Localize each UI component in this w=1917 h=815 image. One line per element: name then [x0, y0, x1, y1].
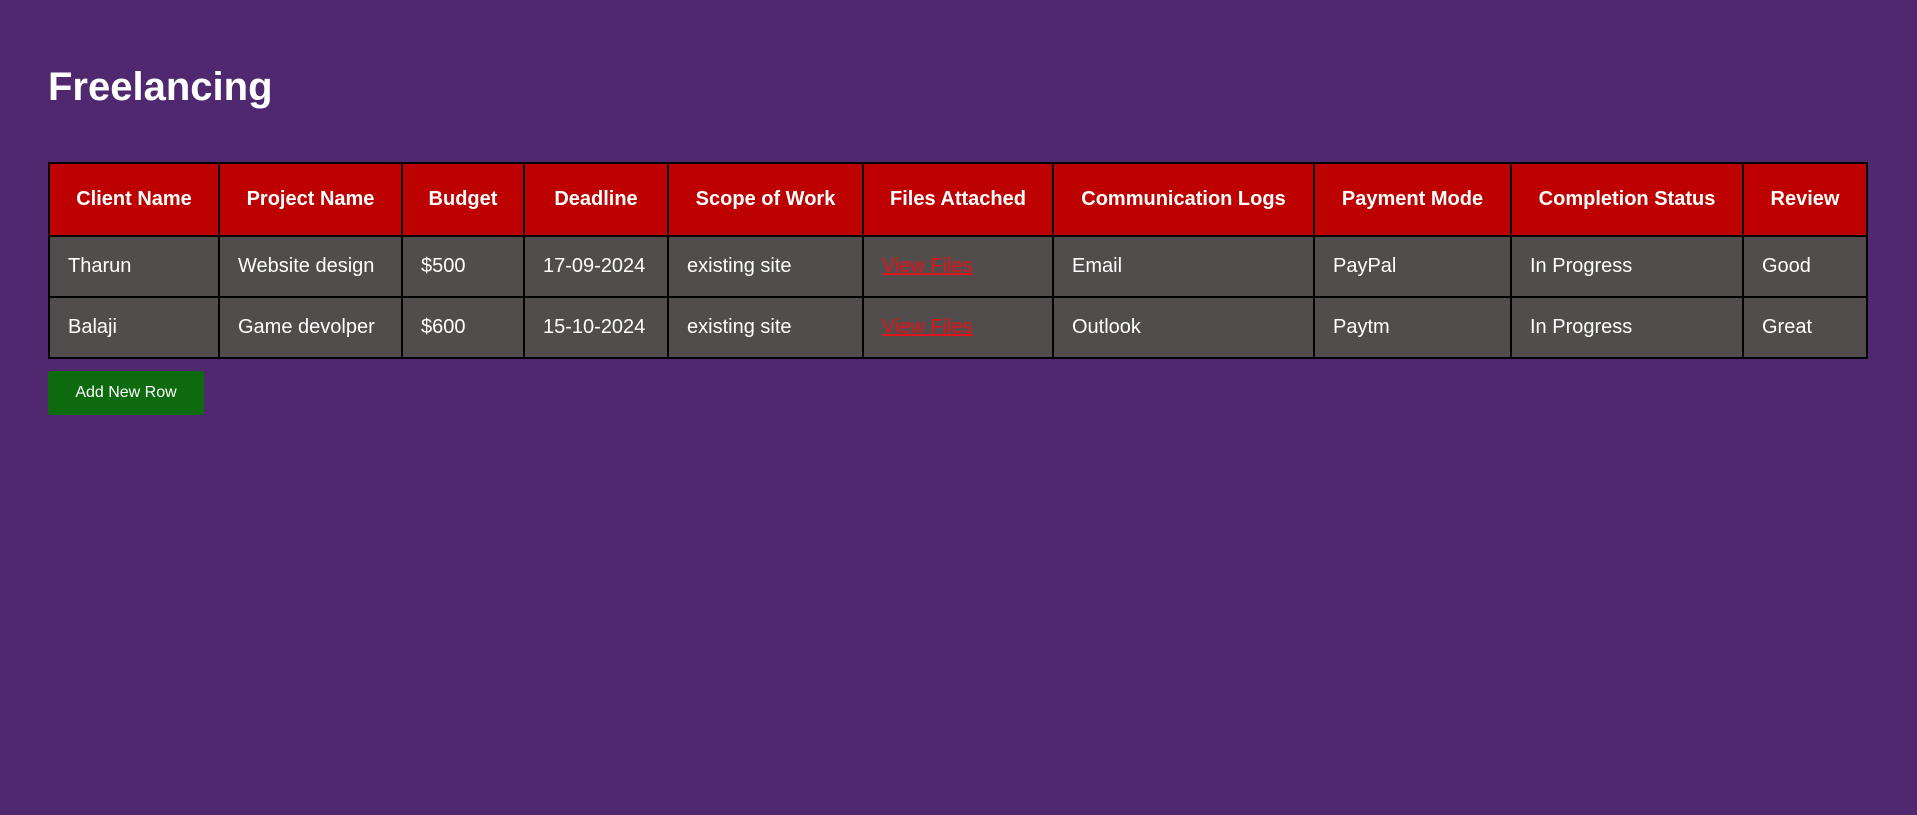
cell-budget: $500 — [401, 235, 525, 298]
table-header-row: Client Name Project Name Budget Deadline… — [48, 162, 1868, 237]
cell-payment-mode: Paytm — [1313, 296, 1512, 359]
header-budget: Budget — [401, 162, 525, 237]
cell-deadline: 17-09-2024 — [523, 235, 669, 298]
cell-client-name: Tharun — [48, 235, 220, 298]
freelancing-table: Client Name Project Name Budget Deadline… — [48, 162, 1868, 359]
cell-budget: $600 — [401, 296, 525, 359]
cell-completion-status: In Progress — [1510, 235, 1744, 298]
cell-communication-logs: Email — [1052, 235, 1315, 298]
page-title: Freelancing — [48, 65, 273, 109]
cell-payment-mode: PayPal — [1313, 235, 1512, 298]
header-client-name: Client Name — [48, 162, 220, 237]
header-review: Review — [1742, 162, 1868, 237]
table-row: Balaji Game devolper $600 15-10-2024 exi… — [48, 296, 1868, 359]
cell-files-attached: View Files — [862, 235, 1054, 298]
cell-scope-of-work: existing site — [667, 235, 864, 298]
header-communication-logs: Communication Logs — [1052, 162, 1315, 237]
view-files-link[interactable]: View Files — [882, 316, 973, 338]
cell-client-name: Balaji — [48, 296, 220, 359]
header-project-name: Project Name — [218, 162, 403, 237]
cell-communication-logs: Outlook — [1052, 296, 1315, 359]
add-new-row-button[interactable]: Add New Row — [48, 371, 204, 415]
header-scope-of-work: Scope of Work — [667, 162, 864, 237]
header-completion-status: Completion Status — [1510, 162, 1744, 237]
header-payment-mode: Payment Mode — [1313, 162, 1512, 237]
table-row: Tharun Website design $500 17-09-2024 ex… — [48, 235, 1868, 298]
cell-completion-status: In Progress — [1510, 296, 1744, 359]
cell-scope-of-work: existing site — [667, 296, 864, 359]
cell-project-name: Website design — [218, 235, 403, 298]
cell-project-name: Game devolper — [218, 296, 403, 359]
page-container: Freelancing Client Name Project Name Bud… — [0, 0, 1917, 415]
cell-files-attached: View Files — [862, 296, 1054, 359]
cell-deadline: 15-10-2024 — [523, 296, 669, 359]
header-deadline: Deadline — [523, 162, 669, 237]
cell-review: Great — [1742, 296, 1868, 359]
view-files-link[interactable]: View Files — [882, 255, 973, 277]
header-files-attached: Files Attached — [862, 162, 1054, 237]
cell-review: Good — [1742, 235, 1868, 298]
